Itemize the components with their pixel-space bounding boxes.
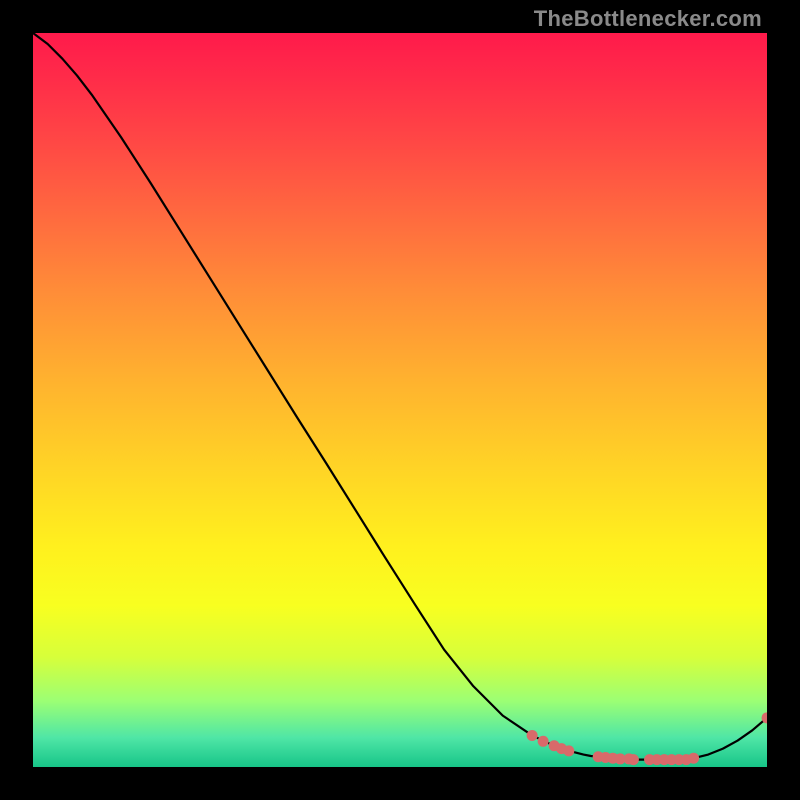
data-marker — [628, 754, 639, 765]
data-markers — [527, 712, 767, 765]
data-marker — [527, 730, 538, 741]
plot-area — [33, 33, 767, 767]
data-marker — [563, 745, 574, 756]
data-marker — [688, 753, 699, 764]
attribution-label: TheBottlenecker.com — [534, 6, 762, 32]
chart-svg — [33, 33, 767, 767]
bottleneck-curve — [33, 33, 767, 760]
chart-stage: TheBottlenecker.com — [0, 0, 800, 800]
data-marker — [538, 736, 549, 747]
